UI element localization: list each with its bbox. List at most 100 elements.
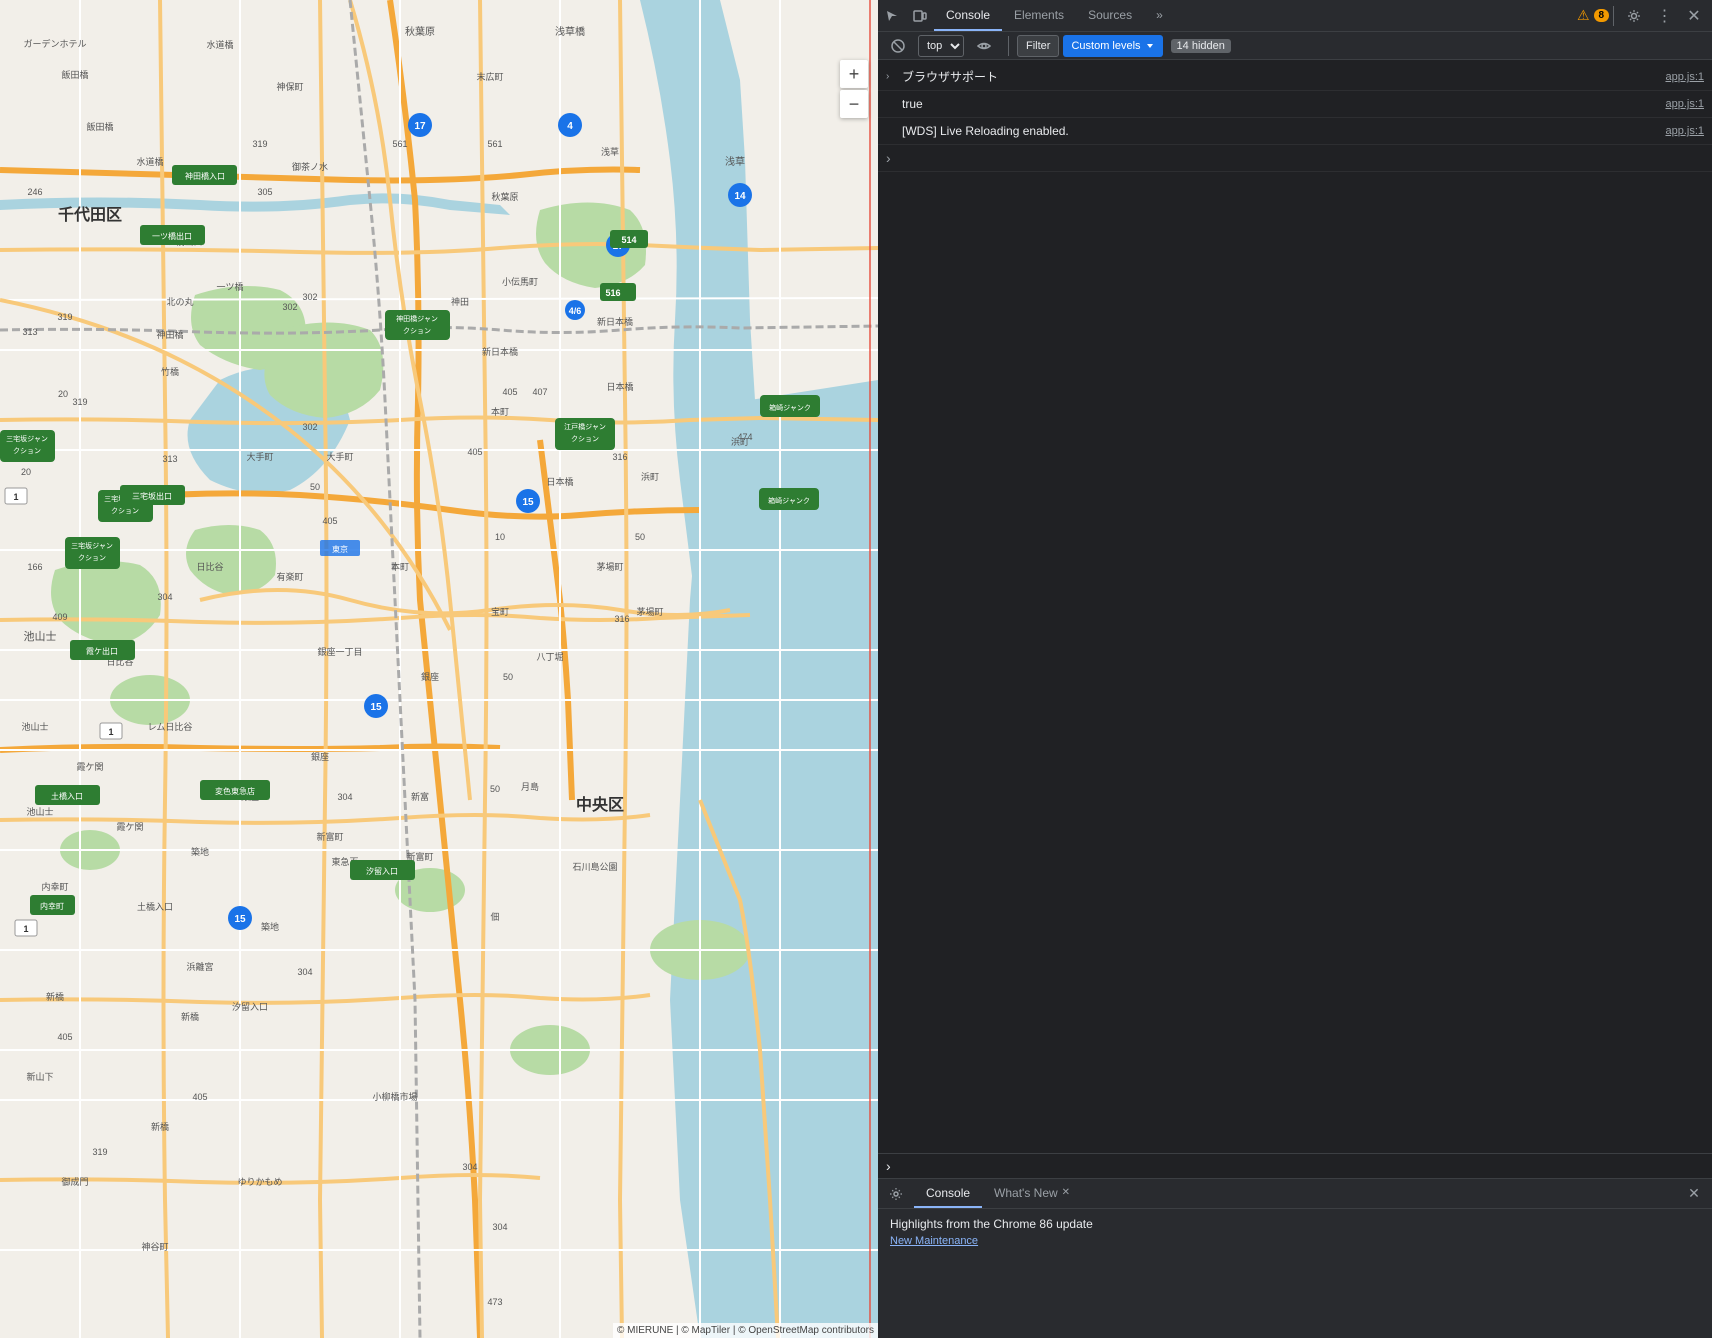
svg-text:大手町: 大手町 <box>246 451 273 462</box>
svg-text:汐留入口: 汐留入口 <box>366 866 398 876</box>
drawer-settings-btn[interactable] <box>882 1180 910 1208</box>
bottom-console-content: Highlights from the Chrome 86 update New… <box>878 1209 1712 1338</box>
source-link[interactable]: app.js:1 <box>1665 122 1704 140</box>
svg-text:水道橋: 水道橋 <box>206 39 233 50</box>
svg-text:新橋: 新橋 <box>151 1121 169 1132</box>
svg-text:江戸橋ジャン: 江戸橋ジャン <box>564 422 606 431</box>
svg-text:50: 50 <box>635 532 645 542</box>
svg-text:浅草橋: 浅草橋 <box>555 25 585 38</box>
svg-text:浅草: 浅草 <box>601 146 619 157</box>
svg-text:4: 4 <box>567 121 573 132</box>
warning-count: 8 <box>1594 9 1610 22</box>
whats-new-close-btn[interactable]: ✕ <box>1062 1187 1070 1198</box>
svg-text:有楽町: 有楽町 <box>276 571 303 582</box>
source-link[interactable]: app.js:1 <box>1665 68 1704 86</box>
hidden-count-badge: 14 hidden <box>1171 39 1231 53</box>
settings-btn[interactable] <box>1620 2 1648 30</box>
svg-text:1: 1 <box>108 727 113 737</box>
svg-text:神田: 神田 <box>451 296 469 307</box>
svg-text:秋葉原: 秋葉原 <box>491 191 518 202</box>
svg-text:本町: 本町 <box>391 561 409 572</box>
svg-text:405: 405 <box>502 387 517 397</box>
zoom-out-button[interactable]: − <box>840 90 868 118</box>
console-output[interactable]: › ブラウザサポート app.js:1 true app.js:1 [WDS] … <box>878 60 1712 1153</box>
svg-text:小柳橋市場: 小柳橋市場 <box>372 1091 417 1102</box>
console-context-select[interactable]: top <box>918 35 964 57</box>
svg-text:クション: クション <box>78 554 106 562</box>
svg-text:一ツ橋: 一ツ橋 <box>216 281 243 292</box>
svg-text:新富: 新富 <box>411 791 429 802</box>
svg-text:407: 407 <box>532 387 547 397</box>
live-expressions-btn[interactable] <box>968 35 1000 57</box>
svg-text:新山下: 新山下 <box>26 1071 53 1082</box>
bottom-tab-console[interactable]: Console <box>914 1179 982 1208</box>
svg-text:15: 15 <box>370 702 382 713</box>
tab-elements[interactable]: Elements <box>1002 0 1076 31</box>
filter-btn[interactable]: Filter <box>1017 35 1059 57</box>
console-input[interactable] <box>899 1159 1704 1173</box>
devtools-panel: Console Elements Sources » ⚠ 8 <box>878 0 1712 1338</box>
close-drawer-btn[interactable]: ✕ <box>1680 1180 1708 1208</box>
clear-console-btn[interactable] <box>882 35 914 57</box>
svg-text:千代田区: 千代田区 <box>58 205 122 224</box>
tab-more[interactable]: » <box>1144 0 1175 31</box>
svg-text:405: 405 <box>57 1032 72 1042</box>
svg-text:405: 405 <box>192 1092 207 1102</box>
svg-text:霞ケ関: 霞ケ関 <box>76 762 103 772</box>
svg-text:神田橋ジャン: 神田橋ジャン <box>396 314 438 323</box>
svg-text:ゆりかもめ: ゆりかもめ <box>237 1177 282 1187</box>
log-levels-btn[interactable]: Custom levels <box>1063 35 1162 57</box>
svg-text:汐留入口: 汐留入口 <box>232 1001 268 1012</box>
svg-text:304: 304 <box>157 592 172 602</box>
svg-text:409: 409 <box>52 612 67 622</box>
warning-btn[interactable]: ⚠ 8 <box>1579 2 1607 30</box>
svg-text:473: 473 <box>487 1297 502 1307</box>
map-container: 17 4 14 17 4/6 15 15 15 516 514 神田橋ジャン ク… <box>0 0 878 1338</box>
svg-text:変色東急店: 変色東急店 <box>215 786 255 796</box>
svg-text:銀座: 銀座 <box>421 671 439 682</box>
bottom-tab-whats-new[interactable]: What's New ✕ <box>982 1179 1082 1208</box>
svg-text:514: 514 <box>621 235 636 245</box>
tab-sources[interactable]: Sources <box>1076 0 1144 31</box>
svg-text:土橋入口: 土橋入口 <box>137 901 173 912</box>
svg-text:中央区: 中央区 <box>576 795 624 814</box>
zoom-in-button[interactable]: + <box>840 60 868 88</box>
svg-text:浜離宮: 浜離宮 <box>186 961 213 972</box>
svg-text:15: 15 <box>522 497 534 508</box>
inspect-icon-btn[interactable] <box>878 2 906 30</box>
devtools-tabs: Console Elements Sources » <box>934 0 1575 31</box>
svg-text:516: 516 <box>605 288 620 298</box>
toolbar-right: ⚠ 8 ⋮ ✕ <box>1575 2 1712 30</box>
message-text: true <box>902 95 1657 113</box>
tab-console[interactable]: Console <box>934 0 1002 31</box>
svg-text:三宅坂ジャン: 三宅坂ジャン <box>6 434 48 443</box>
svg-text:銀座: 銀座 <box>311 751 329 762</box>
source-link[interactable]: app.js:1 <box>1665 95 1704 113</box>
devtools-toolbar: Console Elements Sources » ⚠ 8 <box>878 0 1712 32</box>
svg-text:316: 316 <box>614 614 629 624</box>
svg-text:304: 304 <box>492 1222 507 1232</box>
close-devtools-btn[interactable]: ✕ <box>1680 2 1708 30</box>
prompt-indicator: › <box>886 1158 891 1174</box>
svg-text:銀座一丁目: 銀座一丁目 <box>317 646 362 657</box>
more-options-btn[interactable]: ⋮ <box>1650 2 1678 30</box>
svg-text:池山士: 池山士 <box>26 806 53 817</box>
svg-text:御茶ノ水: 御茶ノ水 <box>292 161 328 172</box>
expand-icon[interactable]: › <box>886 149 891 167</box>
bottom-tabs: Console What's New ✕ ✕ <box>878 1179 1712 1209</box>
expand-arrow[interactable]: › <box>886 68 889 86</box>
svg-text:304: 304 <box>337 792 352 802</box>
svg-text:4/6: 4/6 <box>569 306 582 316</box>
svg-text:飯田橋: 飯田橋 <box>61 69 88 80</box>
console-expand-row[interactable]: › <box>878 145 1712 172</box>
device-toggle-btn[interactable] <box>906 2 934 30</box>
svg-text:茅場町: 茅場町 <box>636 606 663 617</box>
map-attribution: © MIERUNE | © MapTiler | © OpenStreetMap… <box>613 1323 878 1338</box>
console-message: true app.js:1 <box>878 91 1712 118</box>
svg-text:ガーデンホテル: ガーデンホテル <box>23 38 86 49</box>
svg-text:佃: 佃 <box>490 911 499 922</box>
svg-text:三宅坂出口: 三宅坂出口 <box>132 491 172 501</box>
svg-text:20: 20 <box>21 467 31 477</box>
svg-text:1: 1 <box>13 492 18 502</box>
svg-text:246: 246 <box>27 187 42 197</box>
